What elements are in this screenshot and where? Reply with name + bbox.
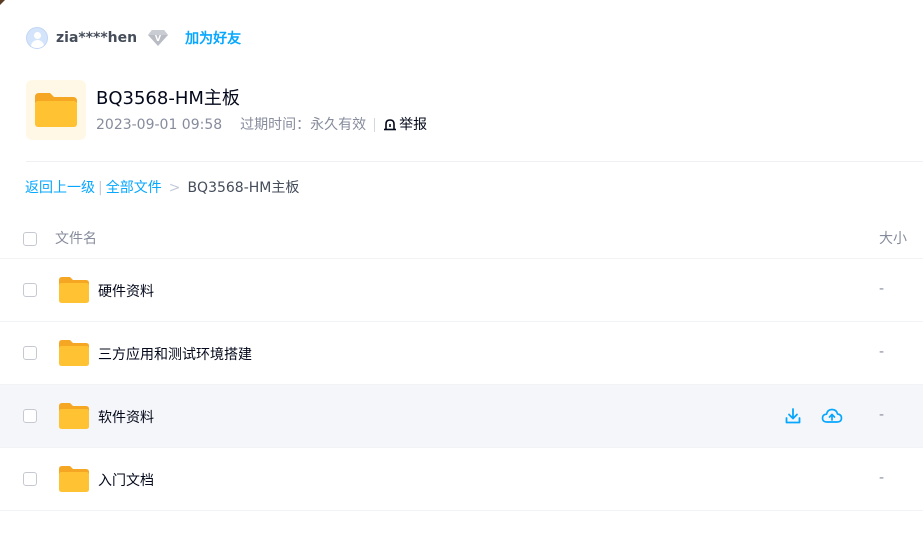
table-row[interactable]: 入门文档 - [0, 448, 923, 511]
file-name[interactable]: 三方应用和测试环境搭建 [98, 344, 252, 364]
report-alarm-icon [384, 119, 397, 131]
share-header: BQ3568-HM主板 2023-09-01 09:58 过期时间：永久有效 举… [26, 80, 427, 140]
breadcrumb-divider: | [98, 180, 103, 196]
share-expire: 过期时间：永久有效 [240, 117, 367, 133]
table-row[interactable]: 三方应用和测试环境搭建 - [0, 322, 923, 385]
download-icon [785, 408, 801, 424]
cloud-upload-icon [821, 408, 843, 423]
table-row[interactable]: 软件资料 - [0, 385, 923, 448]
vip-badge-letter: V [155, 34, 162, 43]
folder-icon [59, 277, 89, 303]
report-label: 举报 [399, 117, 428, 133]
breadcrumb-current: BQ3568-HM主板 [187, 180, 300, 196]
row-checkbox[interactable] [23, 346, 37, 360]
file-size: - [879, 281, 885, 297]
table-row[interactable]: 硬件资料 - [0, 259, 923, 322]
breadcrumb-arrow: > [168, 180, 181, 196]
report-button[interactable]: 举报 [383, 116, 427, 134]
row-checkbox[interactable] [23, 409, 37, 423]
file-size: - [879, 470, 885, 486]
file-list-header: 文件名 大小 [0, 220, 923, 259]
share-date: 2023-09-01 09:58 [96, 117, 223, 133]
column-name-header[interactable]: 文件名 [55, 228, 97, 248]
file-size: - [879, 407, 885, 423]
breadcrumb: 返回上一级 | 全部文件 > BQ3568-HM主板 [25, 178, 299, 198]
download-button[interactable] [782, 405, 804, 427]
share-meta: 2023-09-01 09:58 过期时间：永久有效 举报 [96, 116, 427, 134]
share-page: zia****hen V 加为好友 BQ3568-HM主板 2023-09-01… [0, 0, 923, 556]
avatar-icon[interactable] [26, 27, 48, 49]
folder-icon [59, 466, 89, 492]
header-divider [26, 161, 923, 162]
window-corner [0, 0, 5, 5]
folder-icon [26, 80, 86, 140]
file-size: - [879, 344, 885, 360]
row-checkbox[interactable] [23, 472, 37, 486]
sharer-info: zia****hen V 加为好友 [26, 26, 241, 50]
back-link[interactable]: 返回上一级 [25, 178, 95, 198]
folder-icon [59, 403, 89, 429]
add-friend-button[interactable]: 加为好友 [185, 28, 241, 48]
row-checkbox[interactable] [23, 283, 37, 297]
meta-divider [374, 118, 376, 132]
select-all-checkbox[interactable] [23, 232, 37, 246]
all-files-link[interactable]: 全部文件 [106, 178, 162, 198]
folder-icon [59, 340, 89, 366]
save-to-cloud-button[interactable] [821, 405, 843, 427]
sharer-username[interactable]: zia****hen [56, 30, 137, 46]
vip-diamond-icon: V [148, 30, 169, 46]
file-name[interactable]: 硬件资料 [98, 281, 154, 301]
column-size-header[interactable]: 大小 [879, 228, 907, 248]
file-name[interactable]: 软件资料 [98, 407, 154, 427]
file-name[interactable]: 入门文档 [98, 470, 154, 490]
share-title: BQ3568-HM主板 [96, 88, 240, 109]
